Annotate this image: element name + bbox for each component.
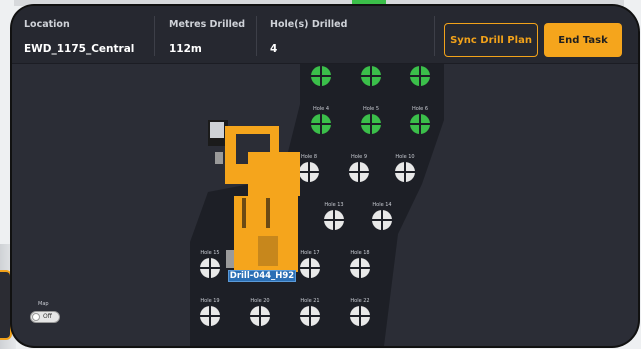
hole-label: Hole 22 (350, 298, 369, 304)
drill-hole[interactable]: Hole 8 (299, 154, 319, 182)
hole-label: Hole 8 (301, 154, 317, 160)
divider (256, 16, 257, 56)
map-toggle[interactable]: Map Off (26, 301, 66, 333)
end-task-button[interactable]: End Task (544, 23, 622, 57)
task-header: Location EWD_1175_Central Metres Drilled… (12, 6, 638, 64)
hole-label: Hole 19 (200, 298, 219, 304)
rig-label[interactable]: Drill-044_H92 (228, 270, 296, 282)
app-stage: Location EWD_1175_Central Metres Drilled… (0, 0, 641, 349)
drill-hole[interactable]: Hole 22 (350, 298, 370, 326)
hole-label: Hole 5 (363, 106, 379, 112)
drill-map-canvas: Hole 4Hole 5Hole 6Hole 7Hole 8Hole 9Hole… (190, 64, 444, 346)
holes-info: Hole(s) Drilled 4 (270, 19, 347, 55)
metres-label: Metres Drilled (169, 19, 246, 30)
rig-engine (258, 236, 278, 266)
drill-hole[interactable]: Hole 17 (300, 250, 320, 278)
hole-label: Hole 20 (250, 298, 269, 304)
holes-label: Hole(s) Drilled (270, 19, 348, 30)
metres-value: 112m (169, 43, 202, 55)
divider (154, 16, 155, 56)
drill-hole[interactable]: Hole 10 (395, 154, 415, 182)
hole-label: Hole 13 (324, 202, 343, 208)
rig-mast (266, 198, 270, 228)
rig-ladder (215, 152, 223, 164)
rig-window (210, 122, 224, 138)
drill-hole[interactable] (311, 66, 331, 86)
hole-label: Hole 18 (350, 250, 369, 256)
drill-hole[interactable]: Hole 21 (300, 298, 320, 326)
divider (434, 16, 435, 56)
drill-screen: Location EWD_1175_Central Metres Drilled… (12, 6, 638, 346)
drill-map[interactable]: Hole 4Hole 5Hole 6Hole 7Hole 8Hole 9Hole… (12, 64, 638, 346)
location-value: EWD_1175_Central (24, 43, 135, 55)
drill-hole[interactable]: Hole 6 (410, 106, 430, 134)
drill-hole[interactable]: Hole 4 (311, 106, 331, 134)
hole-label: Hole 14 (372, 202, 391, 208)
drill-hole[interactable] (361, 66, 381, 86)
toggle-state: Off (43, 313, 52, 320)
toggle-knob (32, 313, 40, 321)
hole-label: Hole 15 (200, 250, 219, 256)
background-card (0, 270, 12, 340)
drill-hole[interactable]: Hole 20 (250, 298, 270, 326)
drill-hole[interactable]: Hole 13 (324, 202, 344, 230)
map-toggle-switch[interactable]: Off (30, 311, 60, 323)
hole-label: Hole 21 (300, 298, 319, 304)
metres-info: Metres Drilled 112m (169, 19, 245, 55)
rig-ladder (226, 250, 234, 268)
rig-deck (248, 152, 300, 196)
status-indicator (352, 0, 386, 4)
drill-hole[interactable]: Hole 15 (200, 250, 220, 278)
drill-hole[interactable]: Hole 9 (349, 154, 369, 182)
hole-label: Hole 9 (351, 154, 367, 160)
rig-mast (242, 198, 246, 228)
hole-label: Hole 6 (412, 106, 428, 112)
drill-hole[interactable] (410, 66, 430, 86)
holes-value: 4 (270, 43, 278, 55)
drill-hole[interactable]: Hole 18 (350, 250, 370, 278)
hole-label: Hole 17 (300, 250, 319, 256)
drill-hole[interactable]: Hole 14 (372, 202, 392, 230)
location-label: Location (24, 19, 70, 30)
drill-hole[interactable]: Hole 5 (361, 106, 381, 134)
drill-hole[interactable]: Hole 19 (200, 298, 220, 326)
location-info: Location EWD_1175_Central (24, 19, 134, 55)
hole-label: Hole 4 (313, 106, 329, 112)
hole-label: Hole 10 (395, 154, 414, 160)
map-toggle-label: Map (38, 301, 49, 307)
sync-drill-plan-button[interactable]: Sync Drill Plan (444, 23, 538, 57)
